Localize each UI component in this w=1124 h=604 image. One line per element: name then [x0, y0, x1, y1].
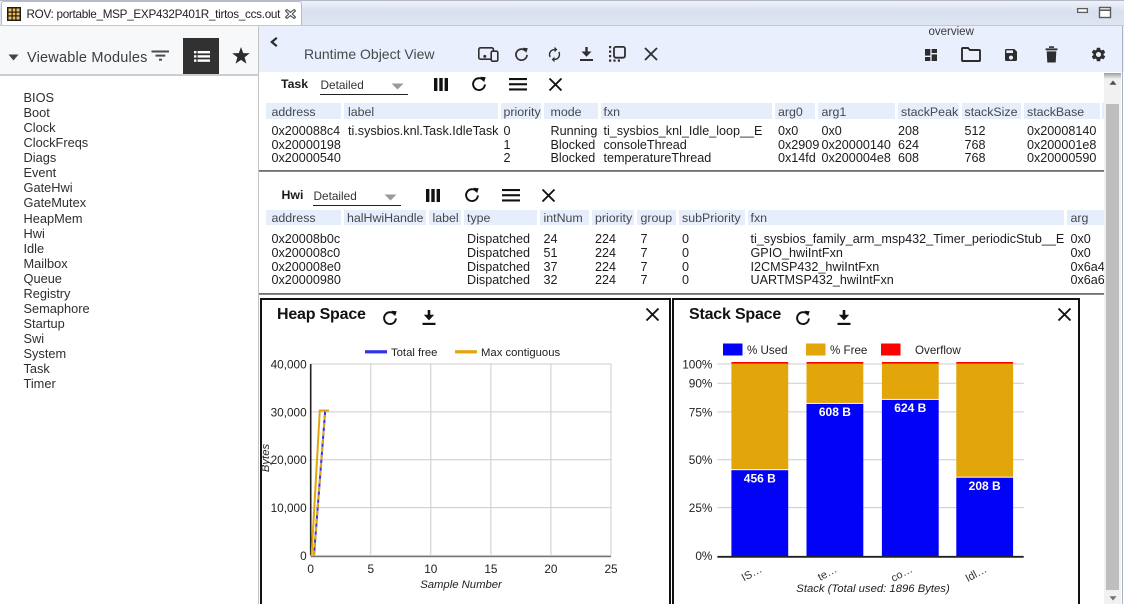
svg-text:100%: 100%: [682, 358, 713, 372]
svg-text:IS…: IS…: [740, 564, 765, 585]
svg-text:15: 15: [484, 562, 498, 576]
svg-text:% Used: % Used: [747, 344, 788, 357]
svg-text:te…: te…: [816, 564, 839, 584]
svg-text:co…: co…: [889, 564, 915, 585]
svg-text:Sample Number: Sample Number: [420, 579, 503, 591]
svg-text:0: 0: [307, 562, 314, 576]
svg-text:Bytes: Bytes: [260, 444, 272, 473]
svg-text:Total free: Total free: [391, 347, 437, 359]
svg-text:456 B: 456 B: [744, 472, 776, 486]
svg-text:50%: 50%: [689, 453, 713, 467]
svg-text:0%: 0%: [695, 549, 713, 563]
svg-text:10,000: 10,000: [271, 501, 308, 515]
svg-text:608 B: 608 B: [819, 405, 851, 419]
svg-text:Stack (Total used: 1896 Bytes): Stack (Total used: 1896 Bytes): [796, 583, 950, 595]
svg-text:624 B: 624 B: [894, 401, 926, 415]
svg-text:90%: 90%: [689, 377, 713, 391]
svg-text:Overflow: Overflow: [915, 344, 961, 357]
svg-text:40,000: 40,000: [271, 358, 308, 372]
svg-text:25%: 25%: [689, 501, 713, 515]
svg-text:20: 20: [544, 562, 558, 576]
svg-text:10: 10: [424, 562, 438, 576]
svg-text:% Free: % Free: [830, 344, 867, 357]
svg-text:20,000: 20,000: [271, 453, 308, 467]
svg-text:208 B: 208 B: [969, 479, 1001, 493]
svg-text:Idl…: Idl…: [963, 564, 989, 585]
svg-text:75%: 75%: [689, 405, 713, 419]
svg-text:25: 25: [604, 562, 618, 576]
svg-text:0: 0: [300, 549, 307, 563]
svg-text:30,000: 30,000: [271, 405, 308, 419]
svg-text:Max contiguous: Max contiguous: [481, 347, 560, 359]
svg-text:5: 5: [368, 562, 375, 576]
